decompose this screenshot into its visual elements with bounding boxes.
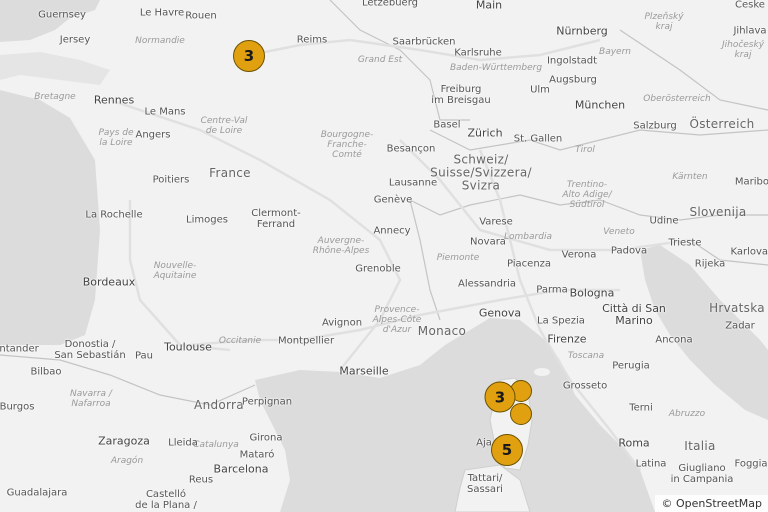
map-marker-pin[interactable] xyxy=(510,403,532,425)
map-canvas[interactable]: France Italia Schweiz/ Suisse/Svizzera/ … xyxy=(0,0,768,512)
basemap xyxy=(0,0,768,512)
map-cluster-marker[interactable]: 5 xyxy=(491,434,523,466)
map-cluster-marker[interactable]: 3 xyxy=(484,381,516,413)
map-cluster-marker[interactable]: 3 xyxy=(233,40,265,72)
map-attribution[interactable]: © OpenStreetMap xyxy=(655,495,768,512)
